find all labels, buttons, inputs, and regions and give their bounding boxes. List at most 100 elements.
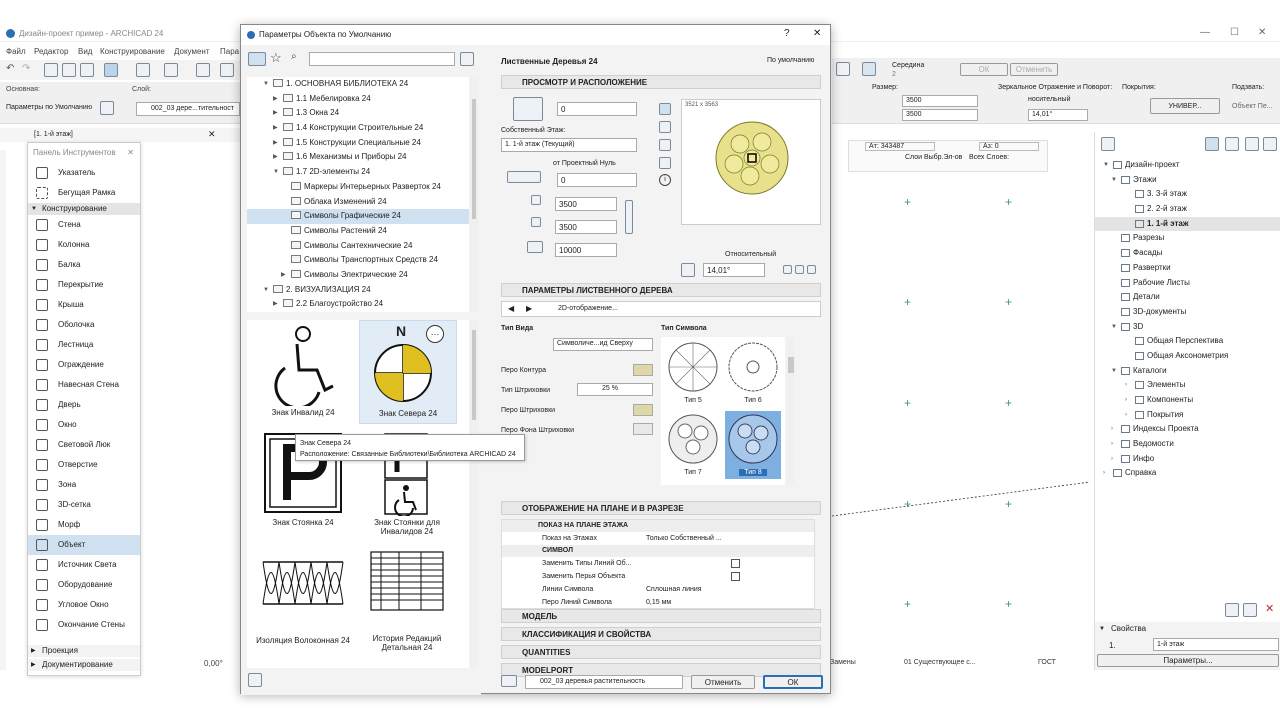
publisher-icon[interactable]	[1245, 137, 1259, 151]
tab-floor-1[interactable]: [1. 1-й этаж]	[34, 131, 73, 138]
expand-arrow-icon[interactable]: ▼	[1111, 364, 1117, 378]
navigator-item[interactable]: › Покрытия	[1095, 408, 1280, 423]
expand-arrow-icon[interactable]: ▼	[1111, 173, 1117, 187]
thumbs-scrollbar[interactable]	[470, 320, 478, 668]
tree-scrollbar[interactable]	[470, 77, 478, 312]
expand-arrow-icon[interactable]: ▶	[273, 150, 278, 164]
organizer-icon[interactable]	[1263, 137, 1277, 151]
menu-document[interactable]: Документ	[174, 47, 210, 56]
checkbox[interactable]	[731, 572, 740, 581]
mirror-icon[interactable]	[783, 265, 792, 274]
section-tree-params[interactable]: ПАРАМЕТРЫ ЛИСТВЕННОГО ДЕРЕВА	[501, 283, 821, 297]
tool-stair[interactable]: Лестница	[28, 335, 140, 355]
more-options-icon[interactable]: …	[426, 325, 444, 343]
tool-column[interactable]: Колонна	[28, 235, 140, 255]
expand-arrow-icon[interactable]: ›	[1125, 378, 1127, 392]
library-search-input[interactable]	[309, 52, 455, 66]
dialog-help-button[interactable]: ?	[784, 28, 790, 39]
anchor-icon[interactable]	[862, 62, 876, 76]
thumb-wheelchair[interactable]: Знак Инвалид 24	[255, 322, 351, 422]
depth-field[interactable]: 3500	[555, 220, 617, 234]
navigator-item[interactable]: Общая Перспектива	[1095, 334, 1280, 349]
expand-arrow-icon[interactable]: ›	[1103, 466, 1105, 480]
expand-arrow-icon[interactable]: ▼	[1103, 158, 1109, 172]
angle-field[interactable]: 14,01°	[1028, 109, 1088, 121]
elevation-view-icon[interactable]	[659, 157, 671, 169]
zero-field[interactable]: 0	[557, 173, 637, 187]
cover-button[interactable]: УНИВЕР...	[1150, 98, 1220, 114]
tree-item[interactable]: ▼ 1. ОСНОВНАЯ БИБЛИОТЕКА 24	[247, 77, 469, 92]
overrides-label[interactable]: Замены	[830, 659, 856, 666]
menu-file[interactable]: Файл	[6, 47, 26, 56]
row-symbol[interactable]: СИМВОЛ	[502, 545, 814, 557]
navigator-item[interactable]: ▼ Каталоги	[1095, 364, 1280, 379]
expand-arrow-icon[interactable]: ▶	[273, 121, 278, 135]
tool-arrow[interactable]: Указатель	[28, 163, 140, 183]
layout-book-icon[interactable]	[1225, 137, 1239, 151]
maximize-button[interactable]: ☐	[1230, 27, 1239, 38]
subpanel-title[interactable]: 2D-отображение...	[558, 305, 618, 312]
tree-item[interactable]: Маркеры Интерьерных Разверток 24	[247, 180, 469, 195]
tool-equipment[interactable]: Оборудование	[28, 575, 140, 595]
clone-icon[interactable]	[1243, 603, 1257, 617]
minimize-button[interactable]: —	[1200, 27, 1210, 38]
tree-item[interactable]: Облака Изменений 24	[247, 195, 469, 210]
tree-item[interactable]: ▼ 2. ВИЗУАЛИЗАЦИЯ 24	[247, 283, 469, 298]
hatch-bg-pen-swatch[interactable]	[633, 423, 653, 435]
navigator-item[interactable]: ▼ Этажи	[1095, 173, 1280, 188]
toolbox-section-design[interactable]: ▼ Конструирование	[28, 203, 140, 215]
grid-icon[interactable]	[196, 63, 210, 77]
undo-icon[interactable]: ↶	[6, 63, 20, 77]
toolbox-close-icon[interactable]: ✕	[127, 143, 134, 163]
width-field[interactable]: 3500	[555, 197, 617, 211]
pipette-icon[interactable]	[62, 63, 76, 77]
symbol-type-5[interactable]: Тип 5	[665, 339, 721, 407]
navigator-item[interactable]: 3. 3-й этаж	[1095, 187, 1280, 202]
layer-select[interactable]: 002_03 деревья растительность	[525, 675, 683, 689]
view-map-icon[interactable]	[1205, 137, 1219, 151]
navigator-item[interactable]: 1. 1-й этаж	[1095, 216, 1280, 232]
section-model[interactable]: МОДЕЛЬ	[501, 609, 821, 623]
navigator-item[interactable]: 2. 2-й этаж	[1095, 202, 1280, 217]
menu-view[interactable]: Вид	[78, 47, 92, 56]
props-name-field[interactable]: 1-й этаж	[1153, 638, 1279, 651]
tool-railing[interactable]: Ограждение	[28, 355, 140, 375]
navigator-item[interactable]: Развертки	[1095, 261, 1280, 276]
tool-beam[interactable]: Балка	[28, 255, 140, 275]
tree-item[interactable]: Символы Графические 24	[247, 209, 469, 224]
navigator-item[interactable]: › Элементы	[1095, 378, 1280, 393]
info-ok-button[interactable]: ОК	[960, 63, 1008, 76]
thumb-insulation[interactable]: Изоляция Волоконная 24	[255, 548, 351, 645]
expand-arrow-icon[interactable]: ›	[1125, 393, 1127, 407]
size-b-field[interactable]: 3500	[902, 109, 978, 121]
hatch-pen-swatch[interactable]	[633, 404, 653, 416]
dialog-title-bar[interactable]: Параметры Объекта по Умолчанию ? ✕	[241, 25, 830, 45]
tool-skylight[interactable]: Световой Люк	[28, 435, 140, 455]
section-classification[interactable]: КЛАССИФИКАЦИЯ И СВОЙСТВА	[501, 627, 821, 641]
redo-icon[interactable]: ↷	[22, 63, 36, 77]
chain-link-icon[interactable]	[625, 200, 633, 234]
tool-opening[interactable]: Отверстие	[28, 455, 140, 475]
tree-item[interactable]: ▶ 2.2 Благоустройство 24	[247, 297, 469, 312]
tool-corner-window[interactable]: Угловое Окно	[28, 595, 140, 615]
toolbox-header[interactable]: Панель Инструментов ✕	[28, 143, 140, 163]
expand-arrow-icon[interactable]: ›	[1111, 452, 1113, 466]
navigator-item[interactable]: › Инфо	[1095, 452, 1280, 467]
navigator-item[interactable]: ▼ 3D	[1095, 320, 1280, 335]
library-type-icon[interactable]	[248, 52, 266, 66]
snap-icon[interactable]	[104, 63, 118, 77]
tree-item[interactable]: ▼ 1.7 2D-элементы 24	[247, 165, 469, 180]
syringe-icon[interactable]	[80, 63, 94, 77]
gost-label[interactable]: ГОСТ	[1038, 659, 1056, 666]
subst-value[interactable]: Объект Пе...	[1232, 103, 1273, 110]
height-field[interactable]: 10000	[555, 243, 617, 257]
arrow-icon[interactable]	[220, 63, 234, 77]
navigator-item[interactable]: › Справка	[1095, 466, 1280, 481]
navigator-item[interactable]: Детали	[1095, 290, 1280, 305]
close-window-button[interactable]: ✕	[1258, 27, 1266, 38]
expand-arrow-icon[interactable]: ▶	[273, 136, 278, 150]
next-page-icon[interactable]: ▶	[526, 304, 532, 313]
tree-item[interactable]: ▶ 1.3 Окна 24	[247, 106, 469, 121]
symbol-type-6[interactable]: Тип 6	[725, 339, 781, 407]
mirror3-icon[interactable]	[807, 265, 816, 274]
